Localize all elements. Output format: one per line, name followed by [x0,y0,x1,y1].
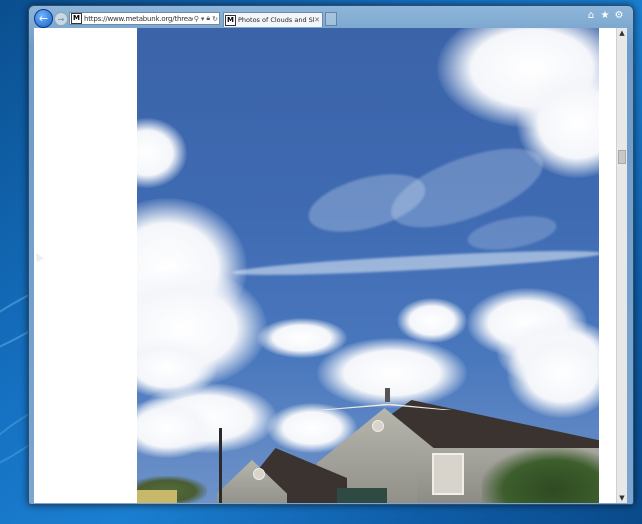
lock-icon[interactable]: 🔒︎ [206,14,210,23]
site-favicon-icon: M [71,13,82,24]
forward-arrow-icon: → [57,14,65,24]
back-arrow-icon: ← [38,12,49,25]
house-window [432,453,464,495]
tree [482,448,599,503]
cloud [317,338,467,408]
tab-photos-of-clouds[interactable]: M Photos of Clouds and Skies ... ✕ [223,12,323,27]
refresh-icon[interactable]: ↻ [212,15,218,23]
browser-toolbar: ← → M https://www.metabunk.org/threads/p… [29,6,633,28]
sky-photo [137,28,599,503]
vertical-scrollbar[interactable]: ▲ ▼ [616,28,627,503]
gear-icon[interactable]: ⚙ [613,10,625,22]
star-icon[interactable]: ★ [599,10,611,22]
forward-button[interactable]: → [54,12,68,26]
roof-vent-pipe [385,388,390,402]
url-text[interactable]: https://www.metabunk.org/threads/ph [84,15,193,23]
scroll-up-icon[interactable]: ▲ [617,28,627,38]
contrail [231,246,599,280]
cloud [507,328,599,418]
page-content: ▲ ▼ [34,28,627,503]
tab-favicon-icon: M [225,14,236,26]
hvac-unit [337,488,387,503]
browser-window: ← → M https://www.metabunk.org/threads/p… [28,5,634,505]
close-icon[interactable]: ✕ [314,16,320,24]
back-button[interactable]: ← [34,9,53,28]
dropdown-icon[interactable]: ▾ [201,15,205,23]
cloud [137,118,187,188]
home-icon[interactable]: ⌂ [585,10,597,22]
tab-title: Photos of Clouds and Skies ... [238,16,314,24]
cloud [397,298,467,343]
scroll-down-icon[interactable]: ▼ [617,493,627,503]
new-tab-button[interactable] [325,12,337,26]
utility-pole [219,428,222,503]
attic-vent [372,420,384,432]
yellow-foliage [137,490,177,503]
search-icon[interactable]: ⚲ [194,15,199,23]
scroll-thumb[interactable] [618,150,626,164]
attic-vent [253,468,265,480]
cirrus-cloud [465,210,559,256]
address-bar[interactable]: M https://www.metabunk.org/threads/ph ⚲ … [69,12,220,25]
